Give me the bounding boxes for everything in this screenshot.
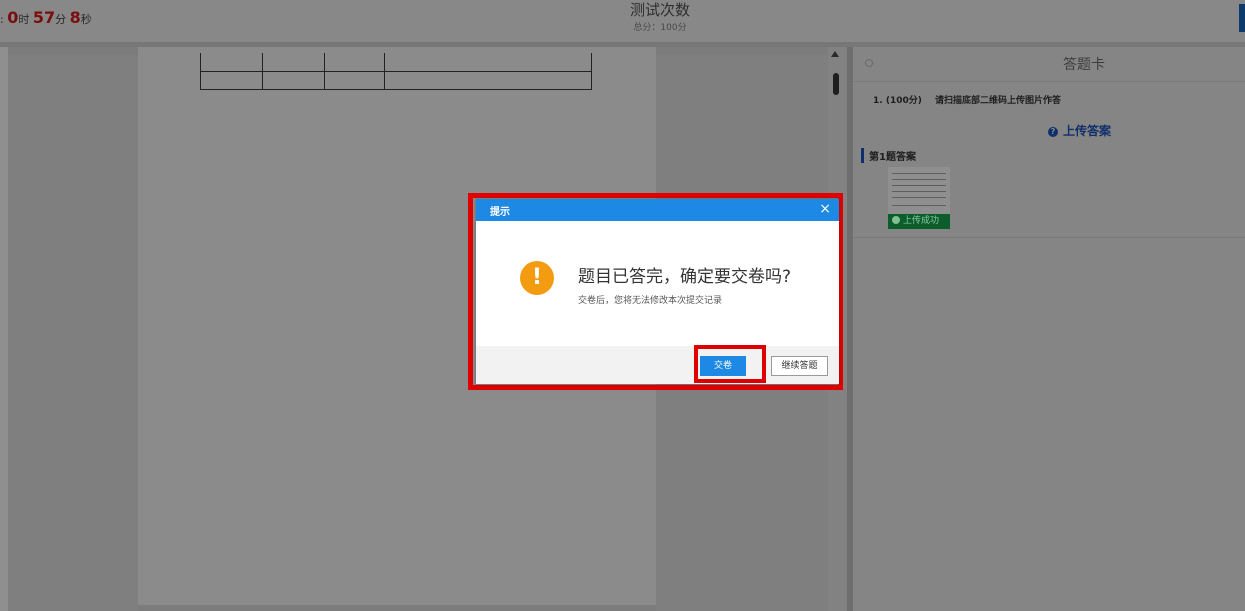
answer-card-panel: 答题卡 1. (100分) 请扫描底部二维码上传图片作答 ? 上传答案 第1题答案… (853, 47, 1245, 611)
question-text: 请扫描底部二维码上传图片作答 (934, 96, 1061, 106)
scroll-up-arrow-icon[interactable] (831, 51, 839, 57)
submit-button-highlight-box (694, 345, 766, 383)
timer-prefix: : (0, 13, 4, 26)
answer-card-title: 答题卡 (1063, 57, 1105, 73)
exam-title-block: 测试次数 总分：100分 (560, 2, 760, 33)
document-table (200, 53, 592, 90)
upload-success-badge: 上传成功 (888, 214, 950, 229)
thumb-line (892, 197, 946, 198)
thumb-line (892, 179, 946, 180)
table-col-line (324, 53, 325, 89)
card-divider (853, 237, 1245, 238)
dialog-title: 提示 (490, 207, 510, 218)
doc-left-margin (8, 55, 138, 611)
thumb-line (892, 191, 946, 192)
question-mark-icon: ? (1048, 127, 1058, 137)
table-col-line (591, 53, 592, 89)
exam-total-score: 总分：100分 (633, 23, 687, 33)
corner-tab[interactable] (1239, 4, 1245, 32)
exclamation-warning-icon: ! (520, 261, 554, 295)
answer-section-label: 第1题答案 (861, 148, 916, 163)
upload-answer-label: 上传答案 (1063, 124, 1112, 138)
top-header: : 0时 57分 8秒 测试次数 总分：100分 (0, 0, 1245, 42)
table-col-line (262, 53, 263, 89)
thumb-line (892, 173, 946, 174)
countdown-timer: : 0时 57分 8秒 (0, 8, 92, 27)
exam-title: 测试次数 (629, 1, 690, 19)
table-row-line (200, 71, 592, 72)
question-number: 1. (873, 96, 883, 106)
upload-answer-link[interactable]: ? 上传答案 (1048, 122, 1111, 139)
thumb-line (892, 185, 946, 186)
question-item[interactable]: 1. (100分) 请扫描底部二维码上传图片作答 (873, 93, 1061, 106)
confirm-submit-dialog: 提示 × ! 题目已答完，确定要交卷吗? 交卷后，您将无法修改本次提交记录 交卷… (476, 199, 839, 384)
thumb-line (892, 205, 946, 206)
answer-card-header: 答题卡 (853, 47, 1245, 82)
question-score: (100分) (885, 96, 922, 106)
timer-minutes-unit: 分 (55, 13, 67, 26)
dialog-message: 题目已答完，确定要交卷吗? (578, 267, 792, 287)
close-icon[interactable]: × (819, 201, 831, 217)
table-col-line (384, 53, 385, 89)
upload-status-label: 上传成功 (903, 216, 940, 226)
timer-seconds: 8 (69, 8, 81, 27)
card-dot-icon (865, 59, 873, 67)
timer-hours: 0 (7, 8, 19, 27)
continue-answering-button[interactable]: 继续答题 (771, 356, 828, 376)
timer-hours-unit: 时 (18, 13, 30, 26)
check-circle-icon (892, 216, 900, 224)
answer-image-thumbnail[interactable] (888, 167, 950, 214)
timer-minutes: 57 (32, 8, 56, 27)
table-col-line (200, 53, 201, 89)
dialog-sub-message: 交卷后，您将无法修改本次提交记录 (578, 296, 723, 306)
dialog-header: 提示 × (476, 199, 839, 221)
scroll-thumb[interactable] (833, 73, 839, 95)
timer-seconds-unit: 秒 (80, 13, 92, 26)
